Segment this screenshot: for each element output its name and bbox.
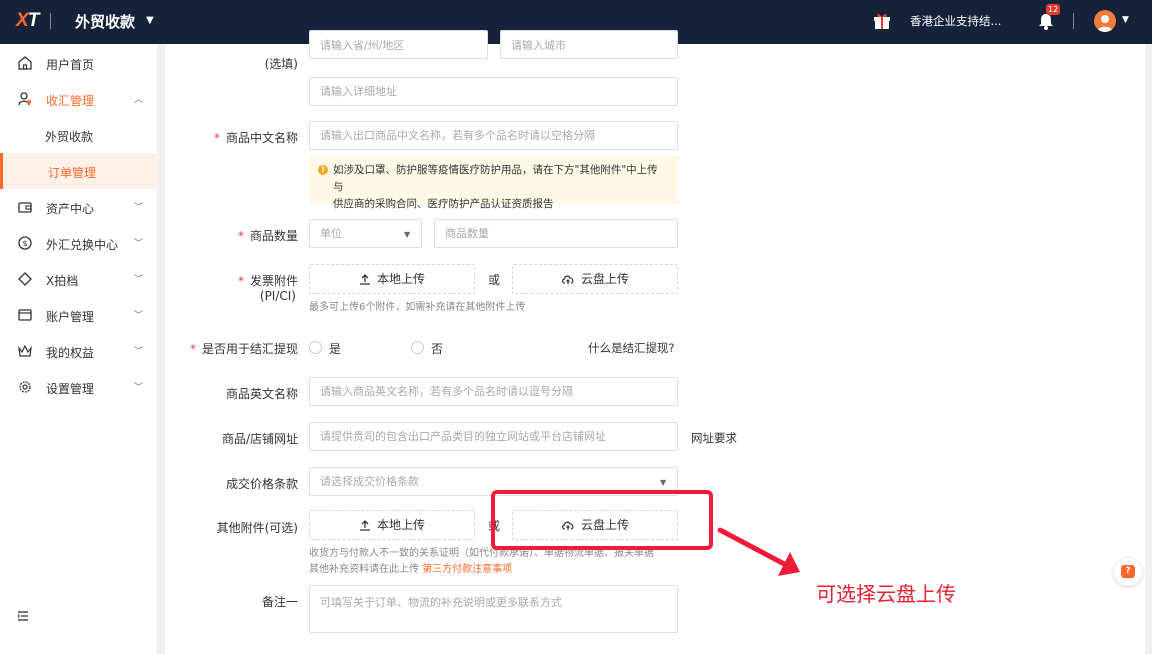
sidebar-subitem-order-management[interactable]: 订单管理 [0,153,158,189]
caret-down-icon[interactable]: ▼ [404,230,410,239]
settlement-no-label[interactable]: 否 [431,340,443,357]
price-terms-label: 成交价格条款 [225,477,298,491]
sidebar-item-label: 收汇管理 [46,94,95,108]
sidebar-item-account[interactable]: 账户管理 ﹀ [0,297,158,333]
svg-text:$: $ [22,239,27,248]
sidebar-item-home[interactable]: 用户首页 [0,45,158,81]
shop-url-input[interactable]: 请提供贵司的包含出口产品类目的独立网站或平台店铺网址 [309,422,678,451]
other-attachments-hint-2: 其他补充资料请在此上传 第三方付款注意事项 [309,564,513,575]
other-local-upload-button[interactable]: 本地上传 [309,510,475,540]
sidebar-item-label: 账户管理 [46,310,95,324]
chevron-down-icon: ﹀ [134,203,144,213]
caret-down-icon[interactable]: ▼ [1122,15,1129,25]
address-optional-label: (选填) [264,57,298,71]
gear-icon [19,381,31,393]
home-icon [18,56,32,70]
sidebar-item-x-partner[interactable]: X拍档 ﹀ [0,261,158,297]
exchange-icon: $ [18,236,32,250]
sidebar: 用户首页 收汇管理 ︿ 外贸收款 订单管理 资产中心 ﹀ $ 外汇兑换中心 ﹀ … [0,44,158,654]
wallet-icon [18,202,32,213]
product-en-input[interactable]: 请输入商品英文名称，若有多个品名时请以逗号分隔 [309,377,678,406]
chevron-up-icon: ︿ [134,95,144,105]
settlement-yes-label[interactable]: 是 [329,340,341,357]
caret-down-icon[interactable]: ▼ [146,15,154,26]
other-attachments-label: 其他附件(可选) [216,521,298,535]
product-cn-input[interactable]: 请输入出口商品中文名称，若有多个品名时请以空格分隔 [309,121,678,150]
divider [50,13,51,29]
sidebar-item-label: 我的权益 [46,346,95,360]
notification-badge: 12 [1046,4,1061,15]
cloud-upload-icon [562,275,574,284]
sidebar-subitem-trade-collection[interactable]: 外贸收款 [0,117,158,153]
chevron-down-icon: ﹀ [134,275,144,285]
settlement-label: * 是否用于结汇提现 [190,342,299,356]
sidebar-item-collection[interactable]: 收汇管理 ︿ [0,81,158,117]
sidebar-item-label: X拍档 [46,274,79,288]
xt-logo[interactable]: XT [16,10,39,32]
chevron-down-icon: ﹀ [134,347,144,357]
product-cn-label: * 商品中文名称 [213,131,298,145]
sidebar-item-settings[interactable]: 设置管理 ﹀ [0,369,158,405]
sidebar-item-label: 资产中心 [46,202,95,216]
address-detail-input[interactable]: 请输入详细地址 [309,77,678,106]
warning-icon: ! [318,165,328,175]
sidebar-item-label: 外贸收款 [45,130,94,144]
settlement-no-radio[interactable] [411,341,424,354]
medical-notice: ! 如涉及口罩、防护服等疫情医疗防护用品，请在下方"其他附件"中上传与 供应商的… [309,156,678,210]
user-avatar-icon [1097,15,1113,32]
upload-icon [359,520,370,531]
upload-icon [359,274,370,285]
annotation-highlight-box [491,490,713,550]
sidebar-item-label: 外汇兑换中心 [46,238,119,252]
chevron-down-icon: ﹀ [134,239,144,249]
promo-text[interactable]: 香港企业支持结... [910,13,1001,29]
invoice-label: * 发票附件 [237,274,298,288]
notice-line: 如涉及口罩、防护服等疫情医疗防护用品，请在下方"其他附件"中上传与 [333,164,658,193]
shop-url-label: 商品/店铺网址 [221,432,298,446]
question-icon: ? [1121,565,1135,578]
settlement-help-link[interactable]: 什么是结汇提现? [588,340,675,356]
collapse-menu-icon[interactable] [17,610,29,622]
remark-textarea[interactable]: 可填写关于订单、物流的补充说明或更多联系方式 [309,585,678,633]
invoice-cloud-upload-button[interactable]: 云盘上传 [512,264,678,294]
sidebar-item-label: 订单管理 [48,166,97,180]
quantity-label: * 商品数量 [237,229,298,243]
sidebar-item-fx-exchange[interactable]: $ 外汇兑换中心 ﹀ [0,225,158,261]
invoice-local-upload-button[interactable]: 本地上传 [309,264,475,294]
city-input[interactable]: 请输入城市 [500,30,678,59]
divider [1073,13,1074,29]
avatar[interactable] [1094,10,1116,32]
sidebar-item-label: 设置管理 [46,382,95,396]
chevron-down-icon: ﹀ [134,383,144,393]
settlement-yes-radio[interactable] [309,341,322,354]
crown-icon [18,344,32,357]
app-title[interactable]: 外贸收款 [75,11,135,32]
chevron-down-icon: ﹀ [134,311,144,321]
account-card-icon [18,309,32,321]
quantity-input[interactable]: 商品数量 [434,219,678,248]
annotation-arrow-icon [717,527,800,576]
user-pin-icon [18,92,31,106]
sidebar-item-assets[interactable]: 资产中心 ﹀ [0,189,158,225]
or-text: 或 [488,273,501,287]
url-requirements-link[interactable]: 网址要求 [691,430,737,446]
help-button[interactable]: ? [1114,558,1142,586]
product-en-label: 商品英文名称 [225,387,298,401]
invoice-label-sub: (PI/CI) [259,289,296,303]
diamond-icon [18,272,32,286]
gift-icon[interactable] [873,10,891,30]
caret-down-icon[interactable]: ▼ [660,478,666,487]
sidebar-item-benefits[interactable]: 我的权益 ﹀ [0,333,158,369]
annotation-text: 可选择云盘上传 [816,582,956,606]
invoice-hint: 最多可上传6个附件，如需补充请在其他附件上传 [309,302,526,313]
sidebar-item-label: 用户首页 [46,58,95,72]
region-input[interactable]: 请输入省/州/地区 [309,30,488,59]
third-party-payment-link[interactable]: 第三方付款注意事项 [422,564,512,575]
remark-label: 备注一 [261,595,298,609]
notice-line: 供应商的采购合同、医疗防护产品认证资质报告 [333,198,554,210]
